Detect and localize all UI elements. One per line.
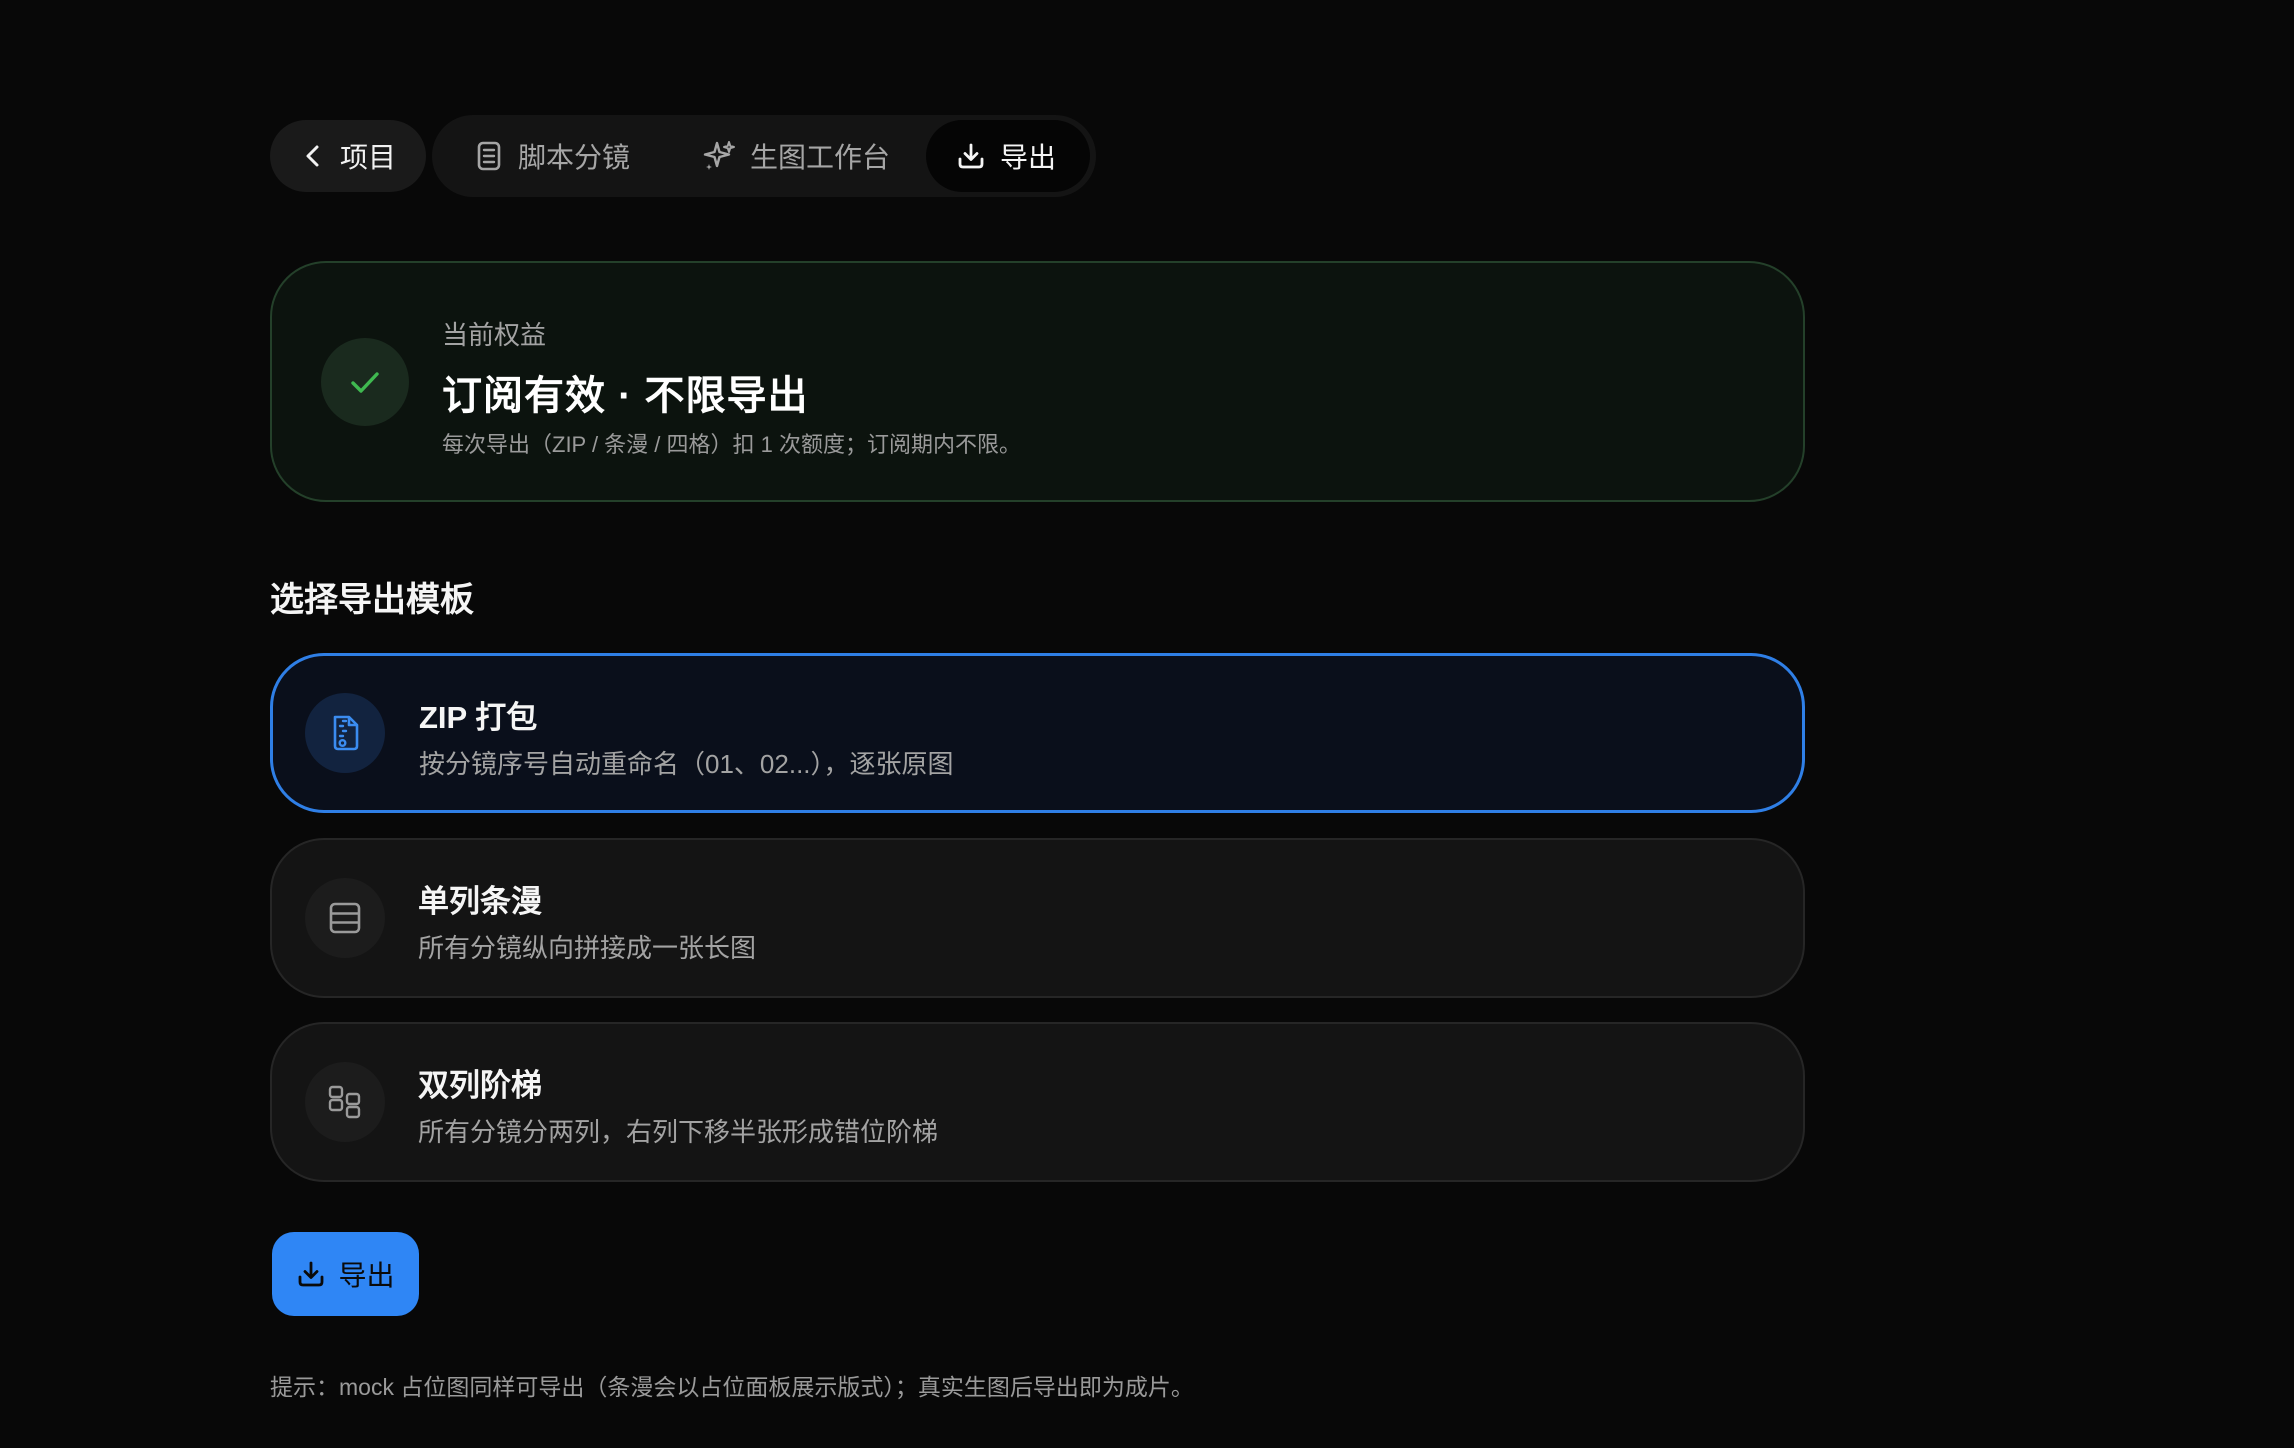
- template-option-two-column-stagger[interactable]: 双列阶梯 所有分镜分两列，右列下移半张形成错位阶梯: [270, 1022, 1805, 1182]
- option-icon-wrap: [305, 693, 385, 773]
- template-option-zip[interactable]: ZIP 打包 按分镜序号自动重命名（01、02...），逐张原图: [270, 653, 1805, 813]
- subscription-kicker: 当前权益: [442, 320, 547, 350]
- section-title: 选择导出模板: [270, 581, 474, 619]
- top-navigation: 项目 脚本分镜 生图工作台 导出: [270, 115, 1097, 197]
- export-button-label: 导出: [338, 1260, 395, 1291]
- export-button[interactable]: 导出: [272, 1232, 419, 1316]
- option-title: 单列条漫: [418, 884, 542, 919]
- template-option-single-column[interactable]: 单列条漫 所有分镜纵向拼接成一张长图: [270, 838, 1805, 998]
- option-title: ZIP 打包: [419, 700, 538, 735]
- tab-label: 脚本分镜: [518, 142, 631, 173]
- script-list-icon: [477, 141, 501, 171]
- export-hint: 提示：mock 占位图同样可导出（条漫会以占位面板展示版式）；真实生图后导出即为…: [270, 1374, 1194, 1400]
- tab-label: 生图工作台: [750, 142, 891, 173]
- tab-bar: 脚本分镜 生图工作台 导出: [432, 115, 1097, 197]
- zip-file-icon: [333, 715, 359, 751]
- subscription-description: 每次导出（ZIP / 条漫 / 四格）扣 1 次额度；订阅期内不限。: [442, 432, 1021, 457]
- tab-script-storyboard[interactable]: 脚本分镜: [438, 120, 666, 192]
- option-icon-wrap: [305, 878, 385, 958]
- check-icon: [351, 372, 379, 393]
- chevron-left-icon: [306, 145, 319, 167]
- download-icon: [299, 1261, 324, 1287]
- option-icon-wrap: [305, 1062, 385, 1142]
- option-title: 双列阶梯: [418, 1068, 542, 1103]
- tab-export[interactable]: 导出: [926, 120, 1091, 192]
- back-label: 项目: [340, 142, 397, 173]
- subscription-check-badge: [321, 338, 409, 426]
- back-to-projects-button[interactable]: 项目: [270, 120, 427, 192]
- two-column-stagger-icon: [328, 1085, 361, 1119]
- subscription-status-card: 当前权益 订阅有效 · 不限导出 每次导出（ZIP / 条漫 / 四格）扣 1 …: [270, 261, 1805, 502]
- export-page: 项目 脚本分镜 生图工作台 导出 当前权益 订阅有效 · 不限导出 每次导出（Z…: [0, 0, 2294, 1448]
- single-column-icon: [329, 902, 361, 934]
- sparkle-icon: [703, 141, 736, 170]
- option-description: 所有分镜分两列，右列下移半张形成错位阶梯: [418, 1117, 939, 1147]
- tab-label: 导出: [1000, 142, 1057, 173]
- tab-image-workbench[interactable]: 生图工作台: [666, 120, 926, 192]
- option-description: 按分镜序号自动重命名（01、02...），逐张原图: [419, 749, 954, 779]
- option-description: 所有分镜纵向拼接成一张长图: [418, 933, 757, 963]
- download-icon: [958, 143, 984, 169]
- subscription-title: 订阅有效 · 不限导出: [442, 374, 809, 418]
